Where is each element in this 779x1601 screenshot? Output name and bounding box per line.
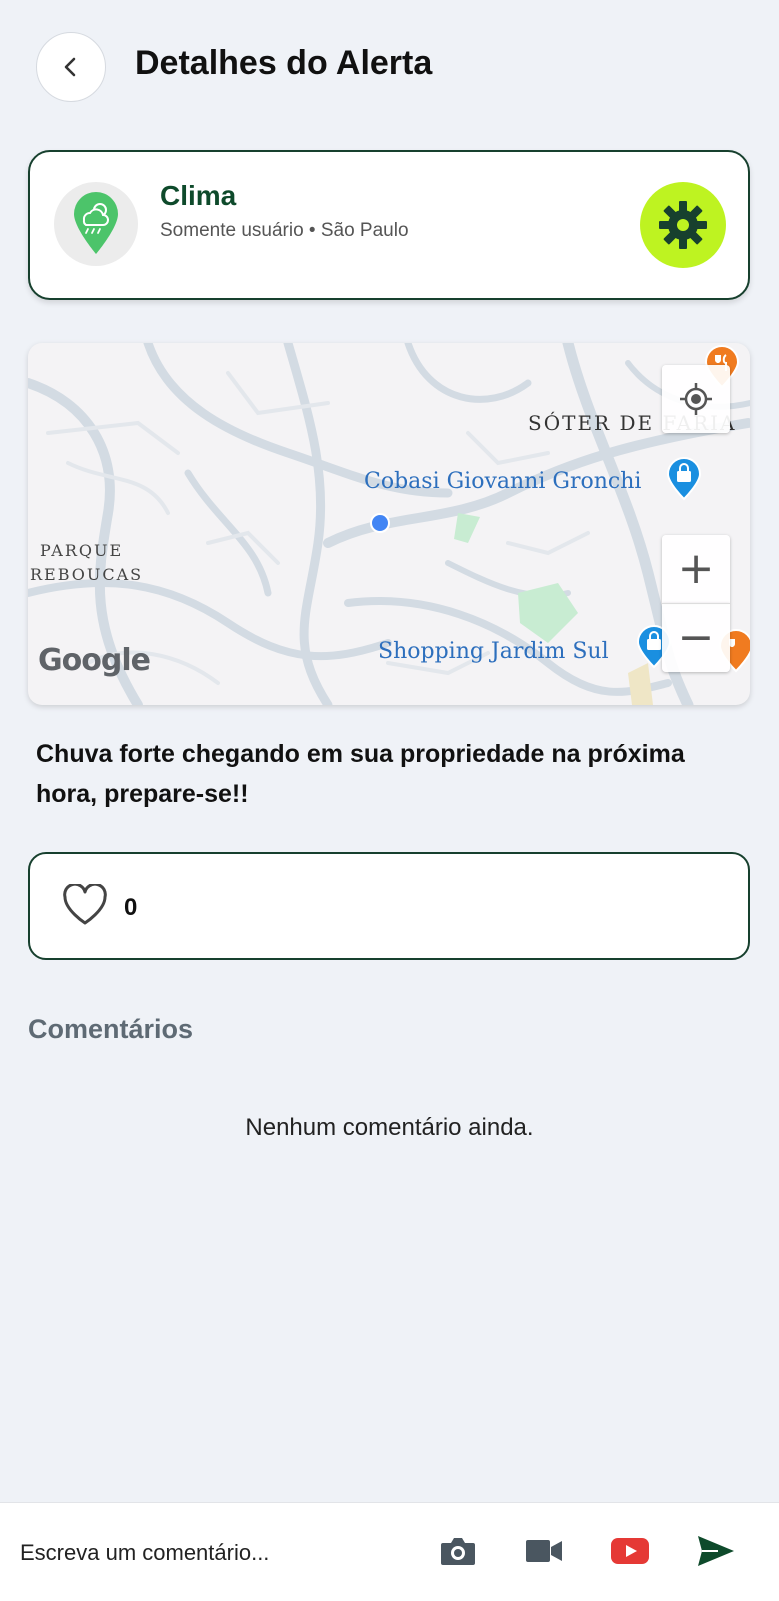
weather-pin-avatar	[54, 182, 138, 266]
video-camera-icon	[526, 1540, 562, 1562]
gear-icon	[659, 201, 707, 249]
minus-icon: −	[677, 612, 715, 663]
alert-description: Chuva forte chegando em sua propriedade …	[36, 740, 685, 808]
back-button[interactable]	[36, 32, 106, 102]
alert-subtitle: Somente usuário • São Paulo	[160, 220, 409, 241]
alert-title: Clima	[160, 180, 237, 211]
zoom-in-button[interactable]: +	[662, 535, 730, 603]
map-poi-shopping[interactable]: Shopping Jardim Sul	[378, 639, 609, 664]
send-button[interactable]	[694, 1531, 738, 1571]
likes-card: 0	[28, 852, 750, 960]
alert-settings-button[interactable]	[640, 182, 726, 268]
heart-icon[interactable]	[62, 884, 108, 926]
header: Detalhes do Alerta	[0, 0, 779, 140]
map-view[interactable]: SÓTER DE FARIA Cobasi Giovanni Gronchi S…	[28, 343, 750, 705]
weather-pin-icon	[74, 192, 118, 254]
comment-input[interactable]	[18, 1527, 412, 1579]
send-icon	[698, 1536, 734, 1566]
user-location-dot	[370, 513, 390, 533]
chevron-left-icon	[64, 57, 76, 77]
empty-comments-text: Nenhum comentário ainda.	[245, 1114, 534, 1141]
camera-button[interactable]	[436, 1531, 480, 1571]
zoom-out-button[interactable]: −	[662, 603, 730, 672]
page-title: Detalhes do Alerta	[135, 44, 433, 82]
map-area-label-1: PARQUE	[40, 541, 124, 560]
alert-card: Clima Somente usuário • São Paulo	[28, 150, 750, 300]
map-area-label-2: REBOUCAS	[30, 565, 144, 584]
camera-icon	[441, 1538, 475, 1565]
google-logo: Google	[38, 643, 151, 678]
map-poi-cobasi[interactable]: Cobasi Giovanni Gronchi	[364, 469, 641, 494]
shopping-pin-icon[interactable]	[666, 457, 702, 501]
crosshair-icon	[680, 383, 712, 415]
like-count: 0	[124, 894, 138, 921]
my-location-button[interactable]	[662, 365, 730, 433]
comments-heading: Comentários	[28, 1014, 194, 1044]
plus-icon: +	[677, 543, 715, 594]
youtube-icon	[611, 1538, 649, 1564]
comment-composer	[0, 1502, 779, 1601]
youtube-button[interactable]	[608, 1531, 652, 1571]
video-button[interactable]	[522, 1531, 566, 1571]
